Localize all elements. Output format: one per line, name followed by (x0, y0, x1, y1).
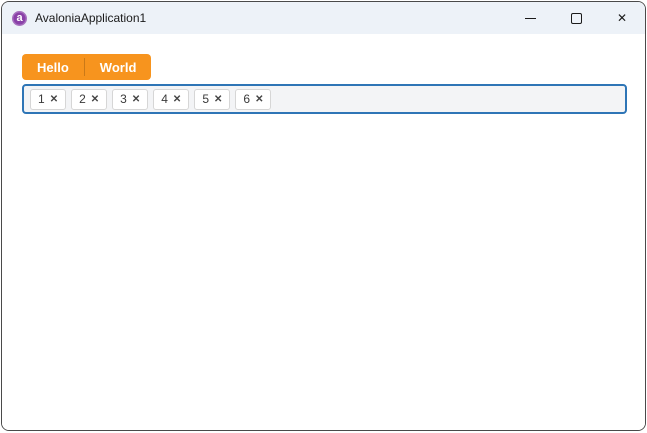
tab-world[interactable]: World (85, 54, 152, 80)
caption-buttons: ✕ (507, 2, 645, 34)
tab-world-label: World (99, 59, 137, 75)
tag-input-box[interactable]: 1 ✕ 2 ✕ 3 ✕ 4 ✕ 5 ✕ 6 ✕ (22, 84, 627, 114)
minimize-button[interactable] (507, 2, 553, 34)
tag-chip-label: 2 (79, 92, 86, 106)
window-title: AvaloniaApplication1 (35, 11, 147, 25)
avalonia-logo-icon: a (12, 10, 27, 26)
tag-chip-label: 1 (38, 92, 45, 106)
tag-chip-label: 4 (161, 92, 168, 106)
tab-hello-label: Hello (37, 59, 69, 75)
tab-strip: Hello World (22, 54, 152, 80)
tag-chip[interactable]: 5 ✕ (194, 88, 231, 110)
tag-chip[interactable]: 4 ✕ (153, 88, 190, 110)
chip-close-icon[interactable]: ✕ (214, 94, 222, 105)
tag-chip[interactable]: 3 ✕ (112, 88, 149, 110)
content-area: Hello World 1 ✕ 2 ✕ 3 ✕ 4 ✕ 5 ✕ 6 ✕ (2, 34, 645, 430)
chip-close-icon[interactable]: ✕ (255, 94, 263, 105)
tag-chip[interactable]: 1 ✕ (30, 88, 67, 110)
title-bar-left: a AvaloniaApplication1 (2, 10, 507, 26)
tag-chip-label: 6 (243, 92, 251, 106)
tag-chip[interactable]: 6 ✕ (235, 88, 272, 110)
close-icon: ✕ (616, 11, 628, 25)
close-button[interactable]: ✕ (599, 2, 645, 34)
minimize-icon (524, 17, 536, 19)
chip-close-icon[interactable]: ✕ (132, 94, 140, 105)
tag-chip-label: 5 (202, 92, 209, 106)
title-bar: a AvaloniaApplication1 ✕ (2, 2, 645, 34)
maximize-icon (570, 12, 582, 24)
tab-hello[interactable]: Hello (22, 54, 84, 80)
maximize-button[interactable] (553, 2, 599, 34)
chip-close-icon[interactable]: ✕ (91, 94, 99, 105)
tag-chip[interactable]: 2 ✕ (71, 88, 108, 110)
tag-chip-label: 3 (120, 92, 127, 106)
chip-close-icon[interactable]: ✕ (50, 94, 58, 105)
app-window: a AvaloniaApplication1 ✕ Hello World 1 ✕… (1, 1, 646, 431)
chip-close-icon[interactable]: ✕ (173, 94, 181, 105)
